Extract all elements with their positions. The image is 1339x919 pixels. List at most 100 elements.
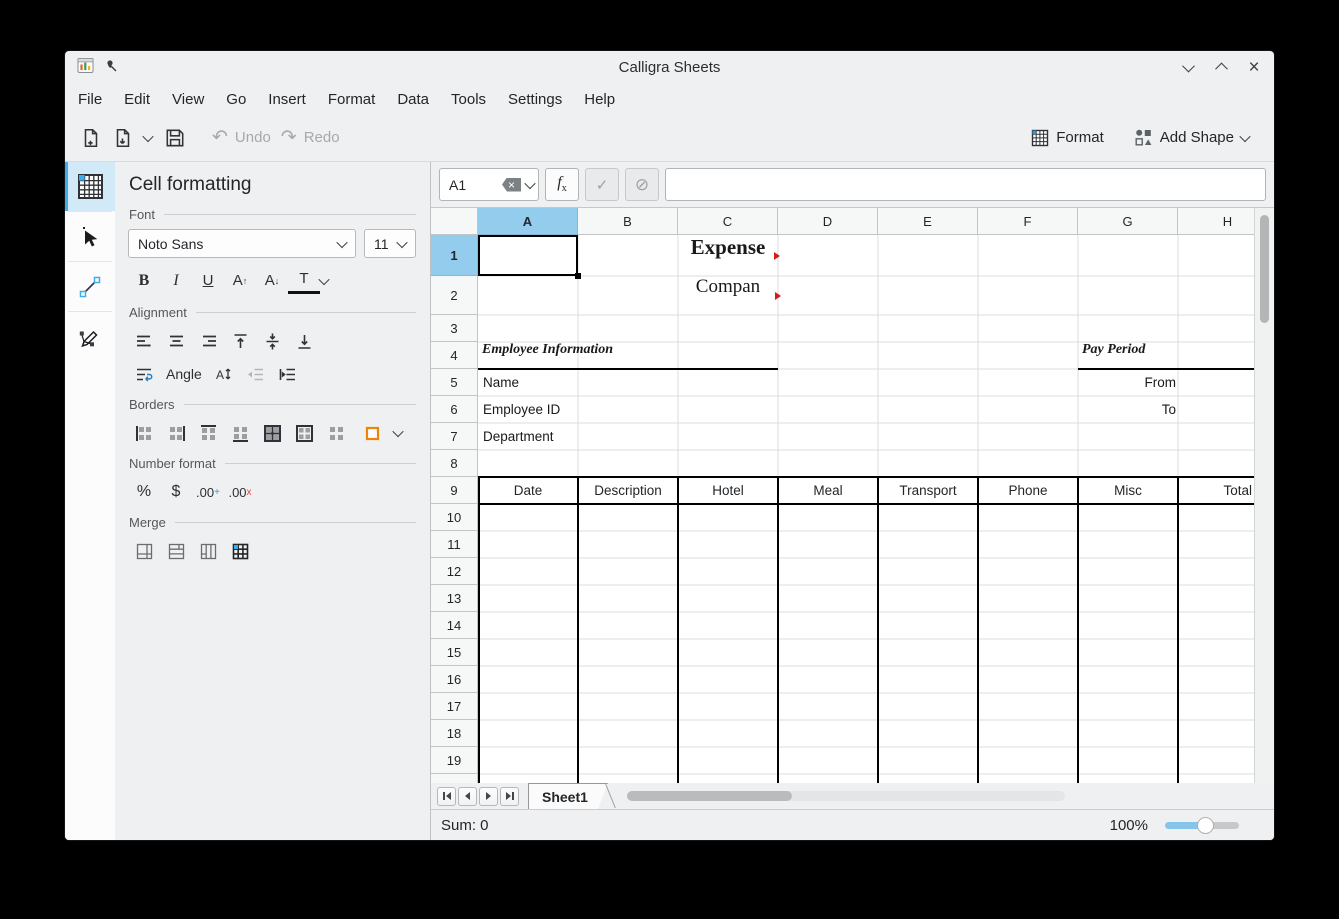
table-header-cell[interactable]: Meal bbox=[778, 477, 878, 504]
menu-item[interactable]: File bbox=[67, 91, 113, 108]
table-header-cell[interactable]: Total bbox=[1178, 477, 1254, 504]
row-header[interactable]: 11 bbox=[431, 531, 478, 558]
row-header[interactable]: 8 bbox=[431, 450, 478, 477]
employee-information-cell[interactable]: Employee Information bbox=[482, 342, 613, 369]
align-vcenter-button[interactable] bbox=[256, 329, 288, 353]
table-header-cell[interactable]: Date bbox=[478, 477, 578, 504]
align-left-button[interactable] bbox=[128, 329, 160, 353]
sheet-tab[interactable]: Sheet1 bbox=[528, 783, 608, 809]
column-header[interactable]: H bbox=[1178, 208, 1254, 235]
cell-selection[interactable] bbox=[478, 235, 578, 276]
vertical-text-button[interactable]: A bbox=[208, 362, 240, 386]
font-family-select[interactable]: Noto Sans bbox=[128, 229, 356, 258]
row-header[interactable]: 5 bbox=[431, 369, 478, 396]
row-header[interactable]: 14 bbox=[431, 612, 478, 639]
accept-button[interactable]: ✓ bbox=[585, 168, 619, 201]
row-header[interactable]: 12 bbox=[431, 558, 478, 585]
column-header[interactable]: D bbox=[778, 208, 878, 235]
minimize-icon[interactable] bbox=[1180, 60, 1196, 76]
italic-button[interactable]: I bbox=[160, 269, 192, 293]
row-header[interactable]: 6 bbox=[431, 396, 478, 423]
decrease-precision-button[interactable]: .00x bbox=[224, 480, 256, 504]
horizontal-scrollbar-thumb[interactable] bbox=[627, 791, 792, 801]
border-color-button[interactable] bbox=[356, 421, 388, 445]
row-header[interactable]: 16 bbox=[431, 666, 478, 693]
grow-font-button[interactable]: A↑ bbox=[224, 269, 256, 293]
menu-item[interactable]: Tools bbox=[440, 91, 497, 108]
table-header-cell[interactable]: Hotel bbox=[678, 477, 778, 504]
menu-item[interactable]: Data bbox=[386, 91, 440, 108]
table-header-cell[interactable]: Phone bbox=[978, 477, 1078, 504]
row-header[interactable]: 9 bbox=[431, 477, 478, 504]
currency-format-button[interactable]: $ bbox=[160, 480, 192, 504]
add-shape-button[interactable]: Add Shape bbox=[1134, 128, 1249, 147]
row-header[interactable]: 17 bbox=[431, 693, 478, 720]
next-sheet-button[interactable] bbox=[479, 787, 498, 806]
shrink-font-button[interactable]: A↓ bbox=[256, 269, 288, 293]
font-color-chevron-icon[interactable] bbox=[318, 273, 329, 284]
menu-item[interactable]: Settings bbox=[497, 91, 573, 108]
column-header[interactable]: F bbox=[978, 208, 1078, 235]
no-borders-button[interactable] bbox=[320, 421, 352, 445]
percent-format-button[interactable]: % bbox=[128, 480, 160, 504]
merge-vertical-button[interactable] bbox=[192, 539, 224, 563]
row-header[interactable]: 10 bbox=[431, 504, 478, 531]
bold-button[interactable]: B bbox=[128, 269, 160, 293]
line-tool-button[interactable] bbox=[65, 262, 115, 311]
align-bottom-button[interactable] bbox=[288, 329, 320, 353]
row-header[interactable]: 19 bbox=[431, 747, 478, 774]
column-header[interactable]: B bbox=[578, 208, 678, 235]
selection-tool-button[interactable] bbox=[65, 212, 115, 261]
department-cell[interactable]: Department bbox=[483, 423, 554, 450]
cells-area[interactable]: Expense Compan Employee Information Pay … bbox=[478, 235, 1254, 783]
zoom-slider[interactable] bbox=[1165, 822, 1239, 829]
all-borders-button[interactable] bbox=[256, 421, 288, 445]
open-recent-chevron-icon[interactable] bbox=[142, 130, 153, 141]
vertical-scrollbar-thumb[interactable] bbox=[1260, 215, 1269, 323]
row-header[interactable]: 3 bbox=[431, 315, 478, 342]
row-header[interactable]: 20 bbox=[431, 774, 478, 783]
table-header-cell[interactable]: Transport bbox=[878, 477, 978, 504]
wrap-text-button[interactable] bbox=[128, 362, 160, 386]
border-bottom-button[interactable] bbox=[224, 421, 256, 445]
merge-horizontal-button[interactable] bbox=[160, 539, 192, 563]
formula-input[interactable] bbox=[665, 168, 1266, 201]
row-header[interactable]: 15 bbox=[431, 639, 478, 666]
align-right-button[interactable] bbox=[192, 329, 224, 353]
company-cell[interactable]: Compan bbox=[678, 276, 778, 315]
row-header[interactable]: 7 bbox=[431, 423, 478, 450]
border-right-button[interactable] bbox=[160, 421, 192, 445]
table-header-cell[interactable]: Misc bbox=[1078, 477, 1178, 504]
employee-id-cell[interactable]: Employee ID bbox=[483, 396, 560, 423]
menu-item[interactable]: Format bbox=[317, 91, 387, 108]
border-top-button[interactable] bbox=[192, 421, 224, 445]
table-header-cell[interactable]: Description bbox=[578, 477, 678, 504]
menu-item[interactable]: Help bbox=[573, 91, 626, 108]
row-header[interactable]: 4 bbox=[431, 342, 478, 369]
menu-item[interactable]: Edit bbox=[113, 91, 161, 108]
last-sheet-button[interactable] bbox=[500, 787, 519, 806]
row-header[interactable]: 18 bbox=[431, 720, 478, 747]
from-cell[interactable]: From bbox=[1078, 369, 1176, 396]
fill-handle[interactable] bbox=[575, 273, 581, 279]
format-button[interactable]: Format bbox=[1031, 129, 1104, 147]
border-left-button[interactable] bbox=[128, 421, 160, 445]
name-cell[interactable]: Name bbox=[483, 369, 519, 396]
increase-precision-button[interactable]: .00+ bbox=[192, 480, 224, 504]
column-header[interactable]: G bbox=[1078, 208, 1178, 235]
path-tool-button[interactable] bbox=[65, 312, 115, 361]
row-header[interactable]: 2 bbox=[431, 276, 478, 315]
underline-button[interactable]: U bbox=[192, 269, 224, 293]
new-document-button[interactable] bbox=[80, 127, 102, 149]
font-size-select[interactable]: 11 bbox=[364, 229, 416, 258]
select-all-corner[interactable] bbox=[431, 208, 478, 235]
cell-ref-chevron-icon[interactable] bbox=[524, 177, 535, 188]
column-header[interactable]: A bbox=[478, 208, 578, 235]
align-top-button[interactable] bbox=[224, 329, 256, 353]
pay-period-cell[interactable]: Pay Period bbox=[1082, 342, 1145, 369]
to-cell[interactable]: To bbox=[1078, 396, 1176, 423]
sheet-grid[interactable]: ABCDEFGH 1234567891011121314151617181920 bbox=[431, 208, 1254, 783]
redo-button[interactable]: ↷ Redo bbox=[281, 129, 340, 147]
undo-button[interactable]: ↶ Undo bbox=[212, 129, 271, 147]
align-center-button[interactable] bbox=[160, 329, 192, 353]
